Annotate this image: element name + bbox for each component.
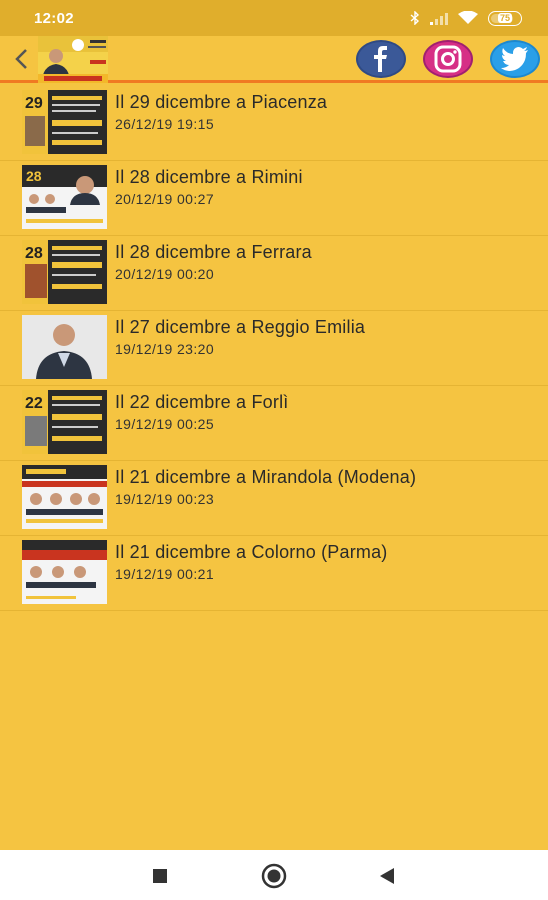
- item-date: 19/12/19 00:25: [115, 416, 215, 432]
- svg-text:28: 28: [26, 168, 42, 184]
- signal-icon: [430, 12, 448, 25]
- chevron-left-icon: [15, 49, 27, 69]
- item-title: Il 28 dicembre a Rimini: [115, 167, 303, 187]
- navigation-bar: [0, 850, 548, 900]
- app-bar: [0, 36, 548, 83]
- instagram-icon: [434, 45, 462, 73]
- bluetooth-icon: [410, 11, 420, 25]
- list-item[interactable]: 29 Il 29 dicembre a Piacenza 26/12/19 19…: [0, 86, 548, 161]
- facebook-button[interactable]: [356, 40, 406, 78]
- home-button[interactable]: [261, 863, 287, 889]
- twitter-icon: [501, 47, 528, 71]
- item-title: Il 21 dicembre a Mirandola (Modena): [115, 467, 417, 487]
- back-button[interactable]: [8, 44, 34, 74]
- wifi-icon: [458, 11, 478, 25]
- event-thumbnail: [22, 540, 107, 604]
- event-thumbnail: 28: [22, 240, 107, 304]
- item-title: Il 27 dicembre a Reggio Emilia: [115, 317, 366, 337]
- campaign-logo[interactable]: [38, 36, 108, 83]
- twitter-button[interactable]: [490, 40, 540, 78]
- event-thumbnail: 29: [22, 90, 107, 154]
- item-title: Il 28 dicembre a Ferrara: [115, 242, 312, 262]
- battery-icon: 75: [488, 10, 522, 26]
- event-thumbnail: 22: [22, 390, 107, 454]
- svg-text:29: 29: [25, 95, 43, 112]
- list-item[interactable]: Il 27 dicembre a Reggio Emilia 19/12/19 …: [0, 311, 548, 386]
- home-icon: [261, 863, 287, 889]
- list-item[interactable]: 28 Il 28 dicembre a Rimini 20/12/19 00:2…: [0, 161, 548, 236]
- back-icon: [380, 868, 394, 884]
- event-thumbnail: [22, 315, 107, 379]
- svg-text:22: 22: [25, 395, 43, 412]
- item-date: 20/12/19 00:27: [115, 191, 215, 207]
- status-icons: 75: [410, 10, 522, 26]
- recent-apps-icon: [153, 869, 167, 883]
- list-item[interactable]: 22 Il 22 dicembre a Forlì 19/12/19 00:25: [0, 386, 548, 461]
- item-date: 19/12/19 23:20: [115, 341, 215, 357]
- event-thumbnail: 28: [22, 165, 107, 229]
- back-nav-button[interactable]: [374, 863, 400, 889]
- news-list: 29 Il 29 dicembre a Piacenza 26/12/19 19…: [0, 86, 548, 611]
- event-thumbnail: [22, 465, 107, 529]
- list-item[interactable]: Il 21 dicembre a Mirandola (Modena) 19/1…: [0, 461, 548, 536]
- item-date: 19/12/19 00:23: [115, 491, 215, 507]
- status-time: 12:02: [34, 9, 74, 27]
- list-item[interactable]: 28 Il 28 dicembre a Ferrara 20/12/19 00:…: [0, 236, 548, 311]
- battery-level: 75: [497, 13, 512, 23]
- item-title: Il 29 dicembre a Piacenza: [115, 92, 328, 112]
- item-title: Il 21 dicembre a Colorno (Parma): [115, 542, 388, 562]
- status-bar: 12:02 75: [0, 0, 548, 36]
- instagram-button[interactable]: [423, 40, 473, 78]
- facebook-icon: [374, 46, 387, 72]
- item-date: 19/12/19 00:21: [115, 566, 215, 582]
- list-item[interactable]: Il 21 dicembre a Colorno (Parma) 19/12/1…: [0, 536, 548, 611]
- svg-text:28: 28: [25, 245, 43, 262]
- item-date: 20/12/19 00:20: [115, 266, 215, 282]
- item-date: 26/12/19 19:15: [115, 116, 215, 132]
- item-title: Il 22 dicembre a Forlì: [115, 392, 289, 412]
- recent-apps-button[interactable]: [147, 863, 173, 889]
